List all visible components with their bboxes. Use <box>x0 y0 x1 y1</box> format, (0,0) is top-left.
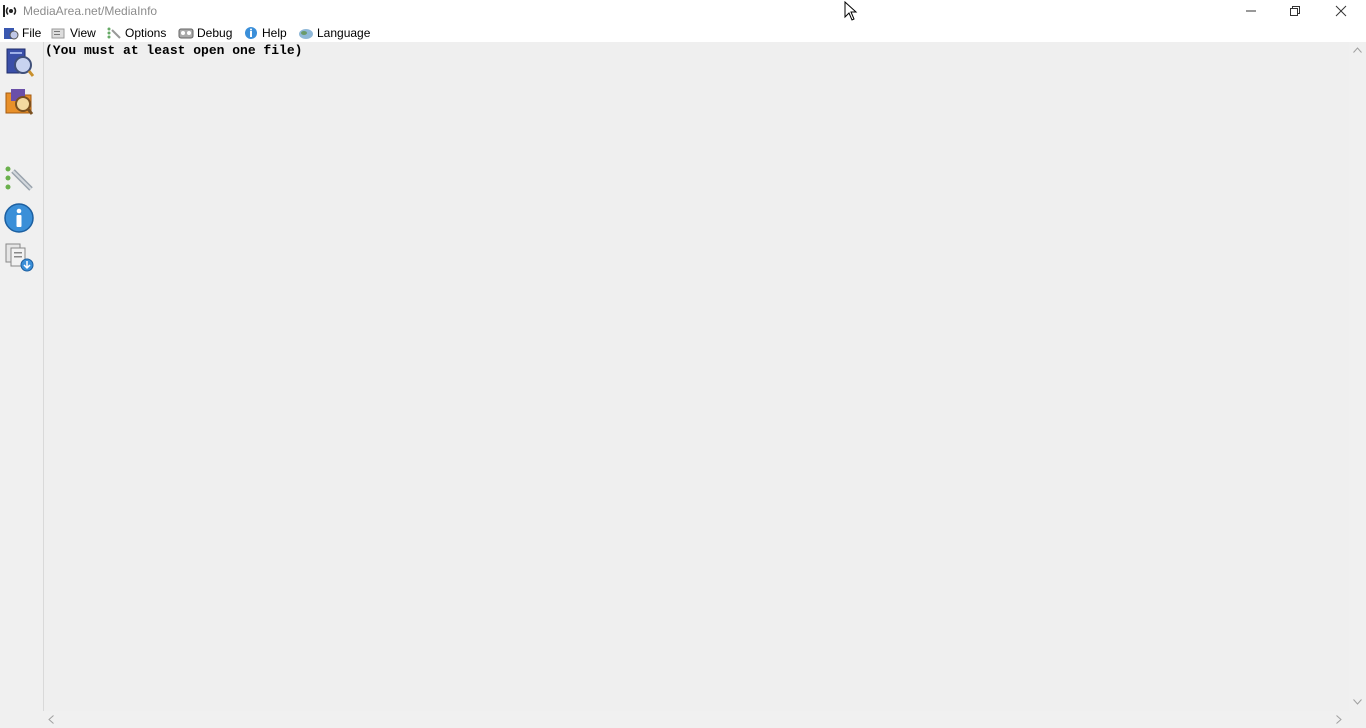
menu-debug[interactable]: Debug <box>178 23 232 42</box>
menu-options-label: Options <box>125 25 167 40</box>
menu-file-label: File <box>22 25 42 40</box>
title-bar: MediaArea.net/MediaInfo <box>0 0 1366 23</box>
menu-help[interactable]: Help <box>243 23 287 42</box>
scroll-down-icon[interactable] <box>1353 699 1362 705</box>
export-icon[interactable] <box>3 241 35 273</box>
file-icon <box>4 27 19 39</box>
menu-help-label: Help <box>262 25 287 40</box>
horizontal-scrollbar[interactable] <box>43 711 1349 728</box>
menu-options[interactable]: Options <box>106 23 166 42</box>
mediainfo-app-icon <box>3 5 17 17</box>
language-icon <box>299 28 313 39</box>
info-text-area[interactable]: (You must at least open one file) <box>43 42 1349 711</box>
help-icon <box>245 26 257 39</box>
info-text: (You must at least open one file) <box>45 43 303 58</box>
debug-icon <box>178 28 194 38</box>
close-icon <box>1335 5 1347 17</box>
vertical-scrollbar[interactable] <box>1349 42 1366 711</box>
menu-bar: File View Options Debug Help Language <box>0 23 1366 42</box>
menu-file[interactable]: File <box>3 23 41 42</box>
close-button[interactable] <box>1318 0 1364 23</box>
scrollbar-corner <box>1349 711 1366 728</box>
scroll-up-icon[interactable] <box>1353 47 1362 53</box>
menu-view[interactable]: View <box>51 23 96 42</box>
about-icon[interactable] <box>3 202 35 234</box>
menu-debug-label: Debug <box>197 25 233 40</box>
preferences-icon[interactable] <box>3 163 35 195</box>
scroll-left-icon[interactable] <box>48 715 54 724</box>
view-icon <box>51 28 65 38</box>
restore-icon <box>1290 6 1300 16</box>
open-folder-icon[interactable] <box>3 85 35 117</box>
minimize-button[interactable] <box>1228 0 1274 23</box>
open-file-icon[interactable] <box>3 46 35 78</box>
mouse-cursor-icon <box>844 1 858 21</box>
window-title: MediaArea.net/MediaInfo <box>23 4 158 18</box>
menu-view-label: View <box>70 25 96 40</box>
minimize-icon <box>1246 10 1256 12</box>
restore-button[interactable] <box>1272 0 1318 23</box>
menu-language-label: Language <box>317 25 371 40</box>
left-toolbar <box>0 42 42 728</box>
menu-language[interactable]: Language <box>298 23 370 42</box>
options-icon <box>107 27 121 39</box>
scroll-right-icon[interactable] <box>1336 715 1342 724</box>
